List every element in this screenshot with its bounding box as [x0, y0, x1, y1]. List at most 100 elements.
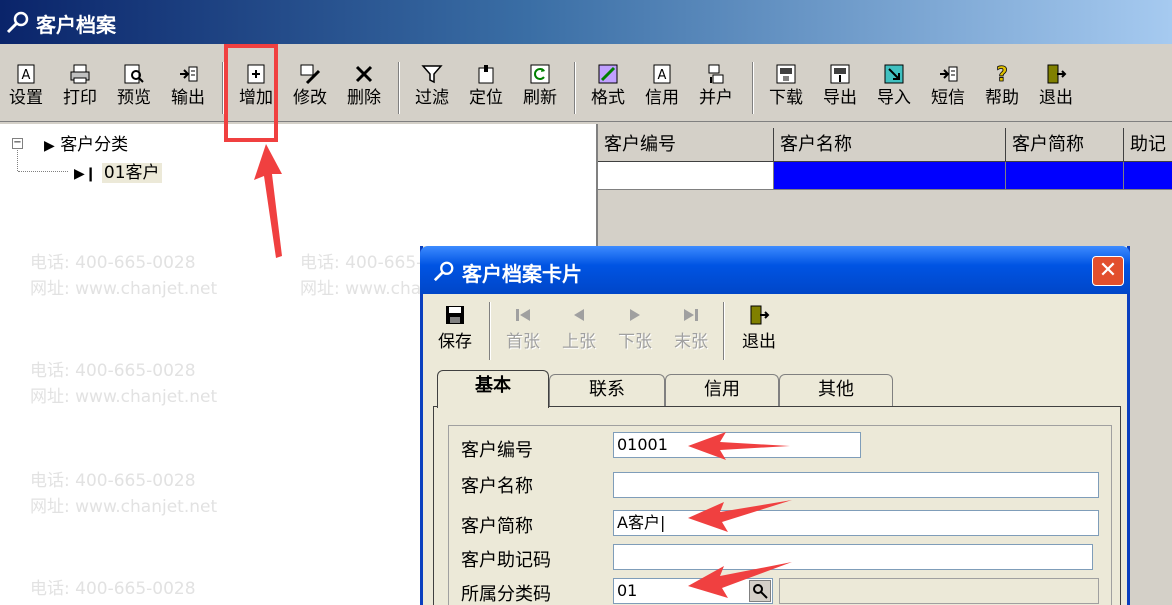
preview-button[interactable]: 预览: [110, 60, 158, 116]
download-button[interactable]: 下载: [762, 60, 810, 116]
table-cell[interactable]: [1006, 162, 1124, 190]
merge-button[interactable]: 并户: [692, 60, 740, 116]
filter-button[interactable]: 过滤: [408, 60, 456, 116]
exit-icon: [750, 305, 770, 325]
category-code-label: 所属分类码: [461, 584, 551, 605]
category-name-display: [779, 578, 1099, 604]
refresh-button[interactable]: 刷新: [516, 60, 564, 116]
export-icon: [830, 64, 850, 84]
save-button[interactable]: 保存: [431, 300, 479, 364]
delete-button[interactable]: 删除: [340, 60, 388, 116]
edit-button[interactable]: 修改: [286, 60, 334, 116]
table-cell[interactable]: [598, 162, 774, 190]
dialog-title-bar: 客户档案卡片 ✕: [420, 246, 1130, 294]
tree-connector: [17, 150, 18, 171]
customer-code-input[interactable]: 01001: [613, 432, 861, 458]
sms-button[interactable]: 短信: [924, 60, 972, 116]
basic-info-group: 客户编号 01001 客户名称 客户简称 A客户| 客户助记码 所属分类码 01: [448, 425, 1112, 605]
help-button[interactable]: ? 帮助: [978, 60, 1026, 116]
app-icon: [433, 261, 454, 282]
tab-other[interactable]: 其他: [779, 374, 893, 406]
first-record-icon: [516, 309, 530, 321]
customer-name-input[interactable]: [613, 472, 1099, 498]
column-header-short[interactable]: 客户简称: [1006, 128, 1124, 162]
import-icon: [884, 64, 904, 84]
help-icon: ?: [996, 63, 1008, 85]
format-button[interactable]: 格式: [584, 60, 632, 116]
exit-button[interactable]: 退出: [1032, 60, 1080, 116]
customer-short-name-label: 客户简称: [461, 516, 533, 537]
import-button[interactable]: 导入: [870, 60, 918, 116]
preview-icon: [124, 64, 144, 84]
window-title: 客户档案: [36, 13, 116, 37]
download-icon: [776, 64, 796, 84]
main-title-bar: 客户档案: [0, 0, 1172, 44]
previous-record-button[interactable]: 上张: [555, 300, 603, 364]
tree-node-label: 01客户: [101, 163, 162, 183]
print-button[interactable]: 打印: [56, 60, 104, 116]
toolbar-separator: [489, 302, 491, 360]
output-icon: [180, 66, 198, 82]
close-icon: ✕: [1098, 258, 1118, 283]
locate-icon: [478, 65, 494, 84]
category-lookup-button[interactable]: [749, 580, 771, 602]
annotation-highlight-box: [224, 44, 278, 142]
column-header-mnemonic[interactable]: 助记: [1124, 128, 1172, 162]
dialog-tabs: 基本 联系 信用 其他: [433, 370, 1123, 408]
toolbar-separator: [398, 62, 400, 114]
tree-node-root[interactable]: ▶ 客户分类: [44, 130, 128, 155]
svg-text:A: A: [22, 68, 31, 83]
toolbar-separator: [723, 302, 725, 360]
column-header-code[interactable]: 客户编号: [598, 128, 774, 162]
next-record-icon: [630, 309, 640, 321]
main-toolbar: A 设置 打印 预览 输出 增加 修改 删除 过滤 定位 刷新 格式 A 信用 …: [0, 44, 1172, 122]
last-record-icon: [684, 309, 698, 321]
output-button[interactable]: 输出: [164, 60, 212, 116]
tree-connector: [18, 171, 68, 172]
lookup-icon: [753, 584, 768, 599]
column-header-name[interactable]: 客户名称: [774, 128, 1006, 162]
table-cell[interactable]: [1124, 162, 1172, 190]
grid-header: 客户编号 客户名称 客户简称 助记: [598, 128, 1172, 162]
credit-button[interactable]: A 信用: [638, 60, 686, 116]
locate-button[interactable]: 定位: [462, 60, 510, 116]
toolbar-separator: [752, 62, 754, 114]
filter-icon: [421, 65, 443, 84]
table-row[interactable]: [598, 162, 1172, 190]
delete-icon: [355, 65, 373, 83]
dialog-title: 客户档案卡片: [462, 262, 582, 286]
node-leaf-icon: ▶❙: [74, 166, 97, 182]
format-icon: [598, 64, 618, 84]
tab-credit[interactable]: 信用: [665, 374, 779, 406]
tab-contact[interactable]: 联系: [549, 374, 665, 406]
tab-panel-basic: 客户编号 01001 客户名称 客户简称 A客户| 客户助记码 所属分类码 01: [433, 406, 1121, 605]
tree-node-child[interactable]: ▶❙ 01客户: [74, 158, 162, 183]
dialog-toolbar: 保存 首张 上张 下张 末张 退出: [431, 300, 1121, 366]
table-cell[interactable]: [774, 162, 1006, 190]
last-record-button[interactable]: 末张: [667, 300, 715, 364]
tree-collapse-toggle[interactable]: −: [12, 138, 23, 149]
customer-code-label: 客户编号: [461, 440, 533, 461]
tree-node-label: 客户分类: [60, 135, 129, 155]
credit-icon: A: [653, 64, 671, 84]
customer-short-name-input[interactable]: A客户|: [613, 510, 1099, 536]
next-record-button[interactable]: 下张: [611, 300, 659, 364]
previous-record-icon: [574, 309, 584, 321]
customer-name-label: 客户名称: [461, 476, 533, 497]
tab-basic[interactable]: 基本: [437, 370, 549, 408]
svg-text:?: ?: [996, 63, 1008, 85]
setup-icon: A: [17, 64, 35, 84]
exit-button[interactable]: 退出: [733, 300, 785, 364]
first-record-button[interactable]: 首张: [499, 300, 547, 364]
sms-icon: [940, 66, 958, 82]
customer-mnemonic-label: 客户助记码: [461, 550, 551, 571]
export-button[interactable]: 导出: [816, 60, 864, 116]
printer-icon: [70, 64, 90, 84]
refresh-icon: [530, 64, 550, 84]
setup-button[interactable]: A 设置: [4, 60, 48, 116]
close-button[interactable]: ✕: [1092, 256, 1124, 286]
customer-mnemonic-input[interactable]: [613, 544, 1093, 570]
merge-icon: [708, 64, 724, 84]
save-icon: [446, 306, 464, 324]
exit-icon: [1047, 64, 1067, 84]
